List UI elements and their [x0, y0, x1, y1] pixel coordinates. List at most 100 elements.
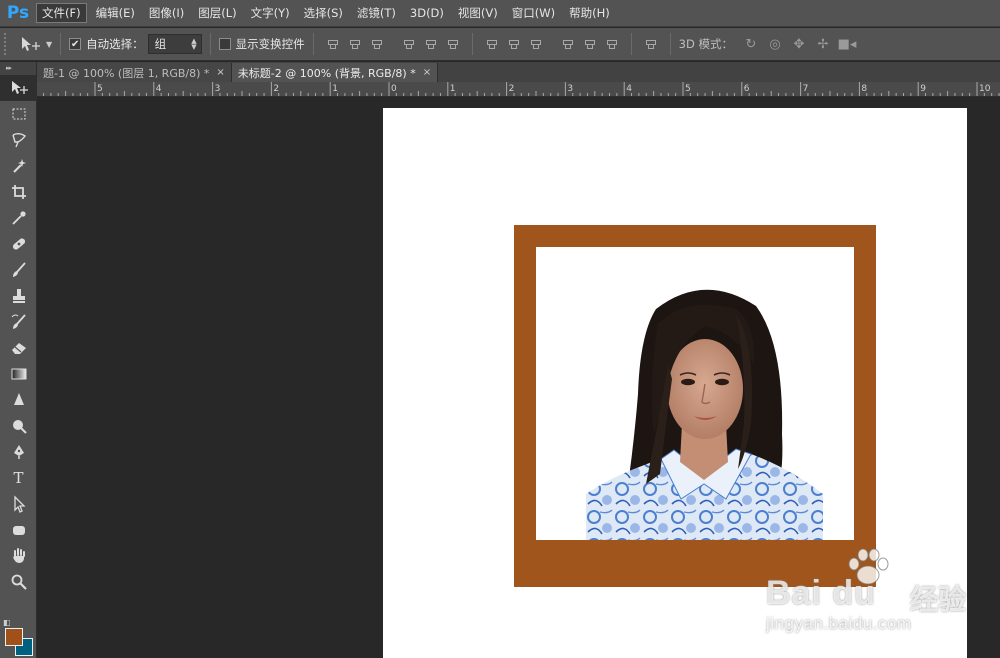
path-selection-tool[interactable] — [0, 491, 37, 517]
options-separator — [669, 33, 671, 55]
eyedropper-tool[interactable] — [0, 205, 37, 231]
default-colors-icon[interactable]: ◧ — [3, 618, 13, 628]
eraser-icon — [11, 343, 26, 354]
options-grip[interactable] — [4, 33, 10, 55]
tool-preset-picker[interactable]: ▼ — [20, 36, 52, 52]
options-bar: ▼ ✔ 自动选择： 组 ▲ ▼ 显示变换控件 3D 模式： ↻ ◎ ✥ ✢ ■◂ — [0, 28, 1000, 61]
foreground-color-swatch[interactable] — [5, 628, 23, 646]
menu-file[interactable]: 文件(F) — [36, 3, 87, 23]
ruler-label: 1 — [450, 84, 456, 94]
tab-document-2[interactable]: 未标题-2 @ 100% (背景, RGB/8) * × — [231, 63, 439, 82]
options-separator — [630, 33, 632, 55]
auto-select-checkbox[interactable]: ✔ — [69, 38, 82, 50]
close-icon[interactable]: × — [216, 67, 224, 78]
auto-select-label: 自动选择： — [86, 37, 144, 51]
rotate-3d-icon[interactable]: ↻ — [743, 37, 759, 52]
gradient-icon — [11, 368, 26, 380]
marquee-tool[interactable] — [0, 101, 37, 127]
ruler-label: 6 — [744, 84, 750, 94]
menu-select[interactable]: 选择(S) — [299, 3, 348, 23]
frame-inner-area — [536, 247, 854, 540]
scale-3d-icon[interactable]: ■◂ — [838, 37, 857, 52]
drag-3d-icon[interactable]: ✥ — [791, 37, 807, 52]
menu-3d[interactable]: 3D(D) — [405, 3, 449, 23]
menu-help[interactable]: 帮助(H) — [564, 3, 615, 23]
blur-tool[interactable] — [0, 387, 37, 413]
brush-icon — [12, 262, 26, 277]
menu-view[interactable]: 视图(V) — [453, 3, 503, 23]
check-icon: ✔ — [70, 38, 80, 50]
zoom-tool[interactable] — [0, 569, 37, 595]
crop-tool[interactable] — [0, 179, 37, 205]
ruler-label: 0 — [391, 84, 397, 94]
distribute-bottom-icon[interactable] — [530, 38, 542, 50]
distribute-horizontal-center-icon[interactable] — [584, 38, 596, 50]
distribute-top-icon[interactable] — [486, 38, 498, 50]
ruler-label: 3 — [567, 84, 573, 94]
show-transform-checkbox[interactable] — [218, 38, 231, 50]
menu-edit[interactable]: 编辑(E) — [91, 3, 140, 23]
ruler-label: 4 — [156, 84, 162, 94]
brush-tool[interactable] — [0, 257, 37, 283]
color-swatches: ◧ — [3, 618, 35, 656]
type-tool[interactable]: T — [0, 465, 37, 491]
rounded-rectangle-icon — [12, 526, 25, 535]
distribute-vertical-center-icon[interactable] — [508, 38, 520, 50]
align-vertical-center-icon[interactable] — [349, 38, 361, 50]
ruler-label: 2 — [509, 84, 515, 94]
toolbar-collapse-button[interactable]: ▸▸ — [0, 62, 36, 75]
tab-label: 未标题-2 @ 100% (背景, RGB/8) * — [237, 66, 416, 80]
menu-filter[interactable]: 滤镜(T) — [352, 3, 401, 23]
ruler-label: 9 — [920, 84, 926, 94]
align-right-icon[interactable] — [447, 38, 459, 50]
photo-frame-border — [514, 225, 876, 587]
ruler-label: 4 — [626, 84, 632, 94]
roll-3d-icon[interactable]: ◎ — [767, 37, 783, 52]
ruler-label: 5 — [685, 84, 691, 94]
stepper-icon: ▲ ▼ — [191, 37, 197, 51]
photoshop-window: Ps 文件(F) 编辑(E) 图像(I) 图层(L) 文字(Y) 选择(S) 滤… — [0, 0, 1000, 658]
history-brush-tool[interactable] — [0, 309, 37, 335]
ruler-label: 3 — [215, 84, 221, 94]
tools-panel: ▸▸ T ◧ — [0, 62, 37, 658]
align-horizontal-center-icon[interactable] — [425, 38, 437, 50]
dodge-tool[interactable] — [0, 413, 37, 439]
align-bottom-icon[interactable] — [371, 38, 383, 50]
hand-tool[interactable] — [0, 543, 37, 569]
ruler-label: 1 — [332, 84, 338, 94]
magic-wand-tool[interactable] — [0, 153, 37, 179]
healing-brush-tool[interactable] — [0, 231, 37, 257]
clone-stamp-tool[interactable] — [0, 283, 37, 309]
distribute-right-icon[interactable] — [606, 38, 618, 50]
tab-document-1[interactable]: 题-1 @ 100% (图层 1, RGB/8) * × — [37, 63, 232, 82]
align-left-icon[interactable] — [403, 38, 415, 50]
move-tool[interactable] — [0, 75, 37, 101]
options-separator — [209, 33, 211, 55]
align-top-icon[interactable] — [327, 38, 339, 50]
ruler-label: 2 — [273, 84, 279, 94]
horizontal-ruler[interactable]: 5 4 3 2 1 0 1 2 3 4 5 6 7 8 9 10 — [37, 82, 1000, 97]
menu-image[interactable]: 图像(I) — [144, 3, 189, 23]
menu-type[interactable]: 文字(Y) — [246, 3, 295, 23]
auto-select-dropdown[interactable]: 组 ▲ ▼ — [147, 34, 202, 54]
slide-3d-icon[interactable]: ✢ — [815, 37, 831, 52]
bandage-icon — [12, 238, 25, 250]
auto-align-layers-icon[interactable] — [645, 38, 657, 50]
menu-window[interactable]: 窗口(W) — [507, 3, 560, 23]
blur-drop-icon — [13, 393, 24, 405]
watermark-brand: Bai du — [766, 574, 876, 612]
lasso-tool[interactable] — [0, 127, 37, 153]
move-tool-icon — [11, 81, 28, 94]
move-tool-icon — [22, 37, 40, 51]
gradient-tool[interactable] — [0, 361, 37, 387]
zoom-icon — [11, 574, 27, 590]
eraser-tool[interactable] — [0, 335, 37, 361]
stamp-icon — [12, 289, 25, 303]
distribute-left-icon[interactable] — [562, 38, 574, 50]
close-icon[interactable]: × — [423, 67, 431, 78]
type-icon: T — [13, 469, 24, 487]
rectangle-tool[interactable] — [0, 517, 37, 543]
menu-layer[interactable]: 图层(L) — [193, 3, 241, 23]
chevron-down-icon: ▼ — [46, 39, 53, 49]
pen-tool[interactable] — [0, 439, 37, 465]
